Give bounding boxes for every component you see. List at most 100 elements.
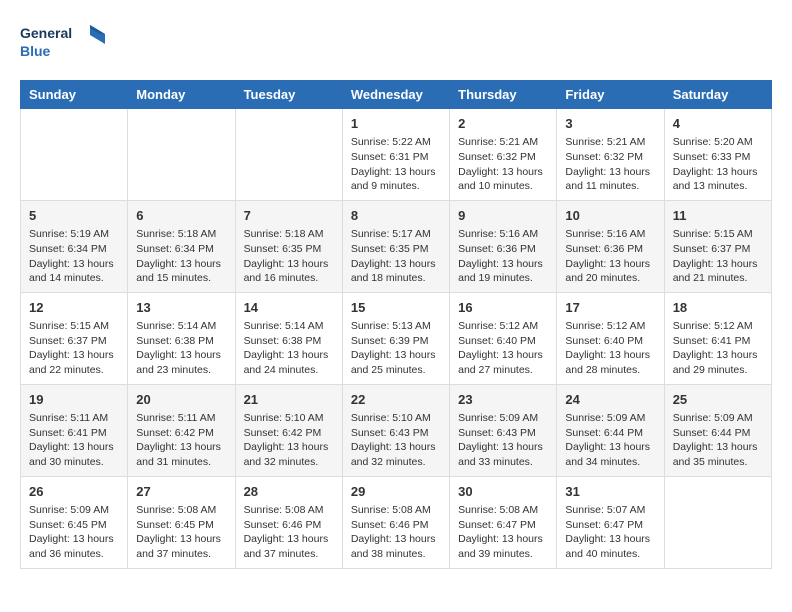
calendar-cell: 29 Sunrise: 5:08 AM Sunset: 6:46 PM Dayli… — [342, 476, 449, 568]
calendar-cell: 22Sunrise: 5:10 AM Sunset: 6:43 PM Dayli… — [342, 384, 449, 476]
calendar-cell: 16Sunrise: 5:12 AM Sunset: 6:40 PM Dayli… — [450, 292, 557, 384]
cell-info: Sunrise: 5:10 AM Sunset: 6:42 PM Dayligh… — [244, 411, 334, 470]
day-number: 5 — [29, 207, 119, 225]
calendar-cell: 23Sunrise: 5:09 AM Sunset: 6:43 PM Dayli… — [450, 384, 557, 476]
calendar-cell: 7 Sunrise: 5:18 AM Sunset: 6:35 PM Daylig… — [235, 200, 342, 292]
cell-info: Sunrise: 5:11 AM Sunset: 6:42 PM Dayligh… — [136, 411, 226, 470]
header: General Blue — [20, 20, 772, 70]
cell-info: Sunrise: 5:08 AM Sunset: 6:46 PM Dayligh… — [351, 503, 441, 562]
cell-info: Sunrise: 5:18 AM Sunset: 6:34 PM Dayligh… — [136, 227, 226, 286]
cell-info: Sunrise: 5:14 AM Sunset: 6:38 PM Dayligh… — [244, 319, 334, 378]
cell-info: Sunrise: 5:09 AM Sunset: 6:43 PM Dayligh… — [458, 411, 548, 470]
calendar-cell: 25 Sunrise: 5:09 AM Sunset: 6:44 PM Dayli… — [664, 384, 771, 476]
calendar-body: 1 Sunrise: 5:22 AM Sunset: 6:31 PM Daylig… — [21, 109, 772, 569]
day-number: 12 — [29, 299, 119, 317]
calendar-cell: 3Sunrise: 5:21 AM Sunset: 6:32 PM Daylig… — [557, 109, 664, 201]
day-number: 2 — [458, 115, 548, 133]
calendar-cell: 13Sunrise: 5:14 AM Sunset: 6:38 PM Dayli… — [128, 292, 235, 384]
cell-info: Sunrise: 5:11 AM Sunset: 6:41 PM Dayligh… — [29, 411, 119, 470]
day-number: 9 — [458, 207, 548, 225]
calendar-cell: 21 Sunrise: 5:10 AM Sunset: 6:42 PM Dayli… — [235, 384, 342, 476]
cell-info: Sunrise: 5:08 AM Sunset: 6:45 PM Dayligh… — [136, 503, 226, 562]
header-cell-friday: Friday — [557, 81, 664, 109]
calendar-cell — [235, 109, 342, 201]
calendar-cell: 4Sunrise: 5:20 AM Sunset: 6:33 PM Daylig… — [664, 109, 771, 201]
header-cell-monday: Monday — [128, 81, 235, 109]
day-number: 15 — [351, 299, 441, 317]
cell-info: Sunrise: 5:12 AM Sunset: 6:41 PM Dayligh… — [673, 319, 763, 378]
cell-info: Sunrise: 5:08 AM Sunset: 6:46 PM Dayligh… — [244, 503, 334, 562]
header-cell-saturday: Saturday — [664, 81, 771, 109]
cell-info: Sunrise: 5:22 AM Sunset: 6:31 PM Dayligh… — [351, 135, 441, 194]
calendar-cell: 28Sunrise: 5:08 AM Sunset: 6:46 PM Dayli… — [235, 476, 342, 568]
day-number: 19 — [29, 391, 119, 409]
calendar-cell: 2 Sunrise: 5:21 AM Sunset: 6:32 PM Daylig… — [450, 109, 557, 201]
cell-info: Sunrise: 5:09 AM Sunset: 6:44 PM Dayligh… — [673, 411, 763, 470]
calendar-cell: 15 Sunrise: 5:13 AM Sunset: 6:39 PM Dayli… — [342, 292, 449, 384]
calendar-cell: 31Sunrise: 5:07 AM Sunset: 6:47 PM Dayli… — [557, 476, 664, 568]
calendar-table: SundayMondayTuesdayWednesdayThursdayFrid… — [20, 80, 772, 569]
calendar-cell: 27 Sunrise: 5:08 AM Sunset: 6:45 PM Dayli… — [128, 476, 235, 568]
day-number: 30 — [458, 483, 548, 501]
day-number: 24 — [565, 391, 655, 409]
calendar-cell: 24 Sunrise: 5:09 AM Sunset: 6:44 PM Dayli… — [557, 384, 664, 476]
day-number: 3 — [565, 115, 655, 133]
logo: General Blue — [20, 20, 110, 70]
calendar-header: SundayMondayTuesdayWednesdayThursdayFrid… — [21, 81, 772, 109]
calendar-cell: 12 Sunrise: 5:15 AM Sunset: 6:37 PM Dayli… — [21, 292, 128, 384]
day-number: 8 — [351, 207, 441, 225]
calendar-cell: 14 Sunrise: 5:14 AM Sunset: 6:38 PM Dayli… — [235, 292, 342, 384]
header-cell-sunday: Sunday — [21, 81, 128, 109]
day-number: 13 — [136, 299, 226, 317]
day-number: 18 — [673, 299, 763, 317]
cell-info: Sunrise: 5:13 AM Sunset: 6:39 PM Dayligh… — [351, 319, 441, 378]
week-row-1: 5 Sunrise: 5:19 AM Sunset: 6:34 PM Daylig… — [21, 200, 772, 292]
calendar-cell: 5 Sunrise: 5:19 AM Sunset: 6:34 PM Daylig… — [21, 200, 128, 292]
week-row-4: 26 Sunrise: 5:09 AM Sunset: 6:45 PM Dayli… — [21, 476, 772, 568]
day-number: 4 — [673, 115, 763, 133]
calendar-cell — [21, 109, 128, 201]
calendar-cell: 19 Sunrise: 5:11 AM Sunset: 6:41 PM Dayli… — [21, 384, 128, 476]
day-number: 7 — [244, 207, 334, 225]
week-row-2: 12 Sunrise: 5:15 AM Sunset: 6:37 PM Dayli… — [21, 292, 772, 384]
cell-info: Sunrise: 5:08 AM Sunset: 6:47 PM Dayligh… — [458, 503, 548, 562]
cell-info: Sunrise: 5:12 AM Sunset: 6:40 PM Dayligh… — [458, 319, 548, 378]
cell-info: Sunrise: 5:19 AM Sunset: 6:34 PM Dayligh… — [29, 227, 119, 286]
calendar-cell: 26 Sunrise: 5:09 AM Sunset: 6:45 PM Dayli… — [21, 476, 128, 568]
day-number: 29 — [351, 483, 441, 501]
day-number: 14 — [244, 299, 334, 317]
cell-info: Sunrise: 5:07 AM Sunset: 6:47 PM Dayligh… — [565, 503, 655, 562]
day-number: 20 — [136, 391, 226, 409]
calendar-cell: 10Sunrise: 5:16 AM Sunset: 6:36 PM Dayli… — [557, 200, 664, 292]
calendar-cell: 18 Sunrise: 5:12 AM Sunset: 6:41 PM Dayli… — [664, 292, 771, 384]
day-number: 1 — [351, 115, 441, 133]
header-cell-wednesday: Wednesday — [342, 81, 449, 109]
calendar-cell: 8Sunrise: 5:17 AM Sunset: 6:35 PM Daylig… — [342, 200, 449, 292]
logo-svg: General Blue — [20, 20, 110, 65]
cell-info: Sunrise: 5:21 AM Sunset: 6:32 PM Dayligh… — [458, 135, 548, 194]
calendar-cell: 20 Sunrise: 5:11 AM Sunset: 6:42 PM Dayli… — [128, 384, 235, 476]
cell-info: Sunrise: 5:15 AM Sunset: 6:37 PM Dayligh… — [29, 319, 119, 378]
calendar-cell: 17 Sunrise: 5:12 AM Sunset: 6:40 PM Dayli… — [557, 292, 664, 384]
cell-info: Sunrise: 5:09 AM Sunset: 6:45 PM Dayligh… — [29, 503, 119, 562]
calendar-cell: 9Sunrise: 5:16 AM Sunset: 6:36 PM Daylig… — [450, 200, 557, 292]
day-number: 27 — [136, 483, 226, 501]
cell-info: Sunrise: 5:18 AM Sunset: 6:35 PM Dayligh… — [244, 227, 334, 286]
svg-text:General: General — [20, 25, 72, 41]
week-row-3: 19 Sunrise: 5:11 AM Sunset: 6:41 PM Dayli… — [21, 384, 772, 476]
calendar-cell: 30 Sunrise: 5:08 AM Sunset: 6:47 PM Dayli… — [450, 476, 557, 568]
svg-text:Blue: Blue — [20, 43, 51, 59]
calendar-cell — [128, 109, 235, 201]
day-number: 17 — [565, 299, 655, 317]
day-number: 25 — [673, 391, 763, 409]
calendar-cell: 1 Sunrise: 5:22 AM Sunset: 6:31 PM Daylig… — [342, 109, 449, 201]
cell-info: Sunrise: 5:12 AM Sunset: 6:40 PM Dayligh… — [565, 319, 655, 378]
calendar-cell: 6 Sunrise: 5:18 AM Sunset: 6:34 PM Daylig… — [128, 200, 235, 292]
day-number: 26 — [29, 483, 119, 501]
header-cell-thursday: Thursday — [450, 81, 557, 109]
day-number: 6 — [136, 207, 226, 225]
cell-info: Sunrise: 5:09 AM Sunset: 6:44 PM Dayligh… — [565, 411, 655, 470]
day-number: 21 — [244, 391, 334, 409]
day-number: 11 — [673, 207, 763, 225]
cell-info: Sunrise: 5:16 AM Sunset: 6:36 PM Dayligh… — [565, 227, 655, 286]
